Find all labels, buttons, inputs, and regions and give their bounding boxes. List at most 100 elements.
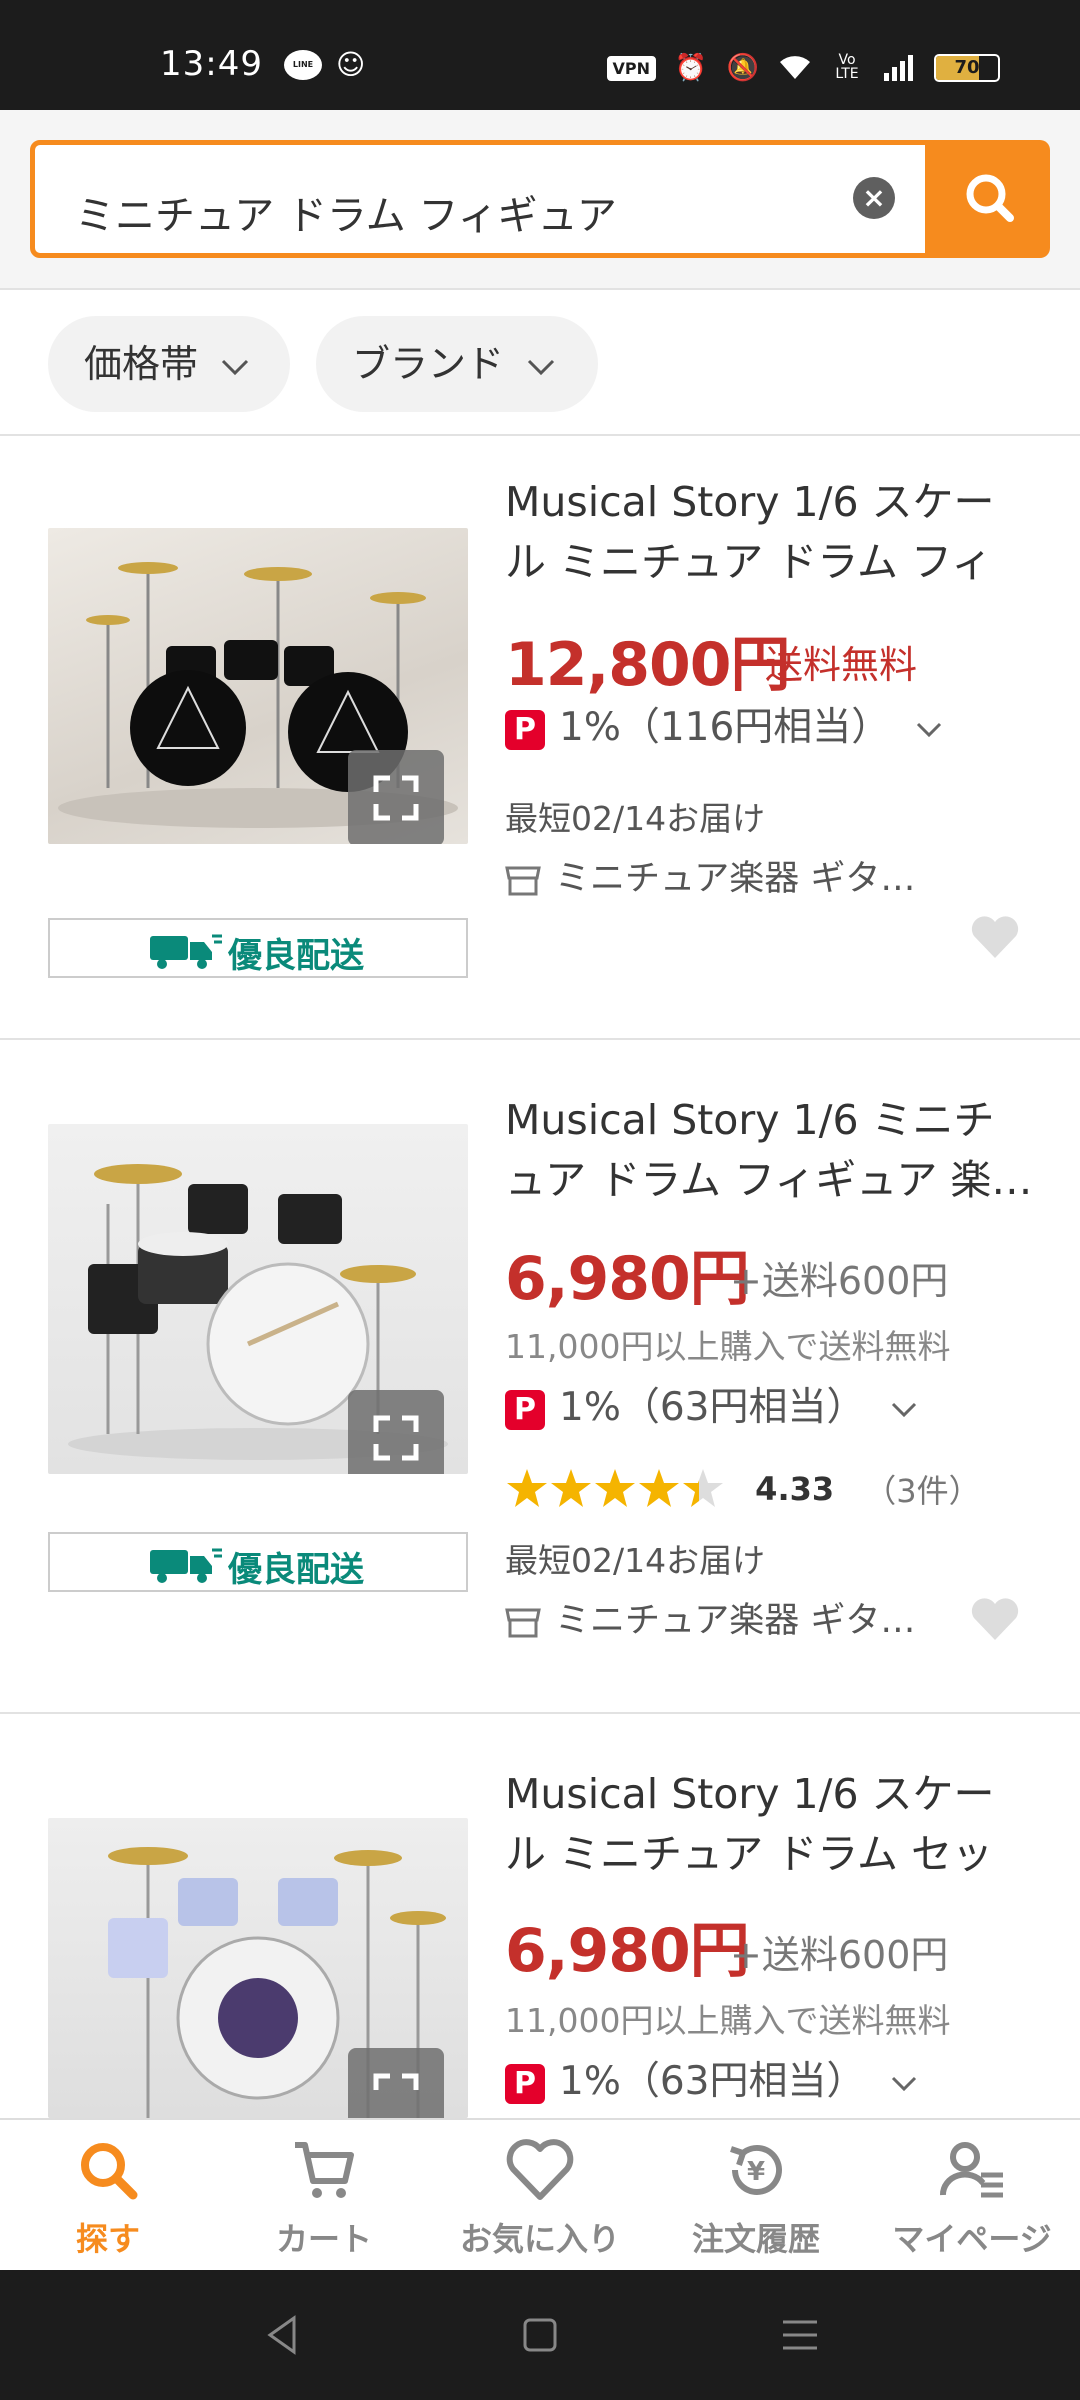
status-icons: VPN ⏰ 🔕 Vo LTE 70 [606,50,1000,86]
back-icon[interactable] [258,2310,308,2360]
status-time: 13:49 [160,44,263,84]
nav-label: 注文履歴 [691,2220,820,2258]
menu-icon[interactable] [775,2310,825,2360]
chevron-down-icon [916,722,941,737]
heart-icon [506,2139,574,2200]
nav-favorites[interactable]: お気に入り [432,2130,648,2270]
store-icon [505,1608,541,1638]
chevron-down-icon [222,359,249,376]
expand-image-button[interactable] [348,750,444,844]
review-count[interactable]: （3件） [864,1466,980,1512]
line-icon: LINE [284,50,322,80]
search-query[interactable]: ミニチュア ドラム フィギュア [75,183,617,241]
nav-my-page[interactable]: マイページ [864,2130,1080,2270]
chevron-down-icon [891,1402,916,1417]
product-title[interactable]: Musical Story 1/6 ミニチュア ドラム フィギュア 楽… [505,1090,1035,1210]
points-info[interactable]: P 1%（63円相当） [505,2050,918,2104]
shipping-label: +送料600円 [730,1933,949,1977]
badge-label: 優良配送 [228,1550,364,1590]
filter-bar: 価格帯 ブランド [0,292,1080,436]
favorite-button[interactable] [970,1596,1020,1642]
points-info[interactable]: P 1%（116円相当） [505,696,943,750]
excellent-delivery-badge: 優良配送 [48,1532,468,1592]
expand-icon [373,2073,419,2090]
bottom-navigation: 探す カート お気に入り ¥ 注文履歴 マイページ [0,2118,1080,2270]
clear-icon[interactable]: × [853,177,895,219]
points-label: 1%（116円相当） [559,705,891,750]
expand-icon [373,1415,419,1461]
filter-label: ブランド [352,342,505,386]
svg-text:¥: ¥ [747,2157,765,2187]
product-price: 12,800円 [505,630,791,700]
mute-icon: 🔕 [726,53,760,83]
product-title[interactable]: Musical Story 1/6 スケール ミニチュア ドラム フィギ… [505,472,1035,592]
badge-label: 優良配送 [228,936,364,976]
store-icon [505,866,541,896]
delivery-date: 最短02/14お届け [505,799,766,838]
chevron-down-icon [528,359,555,376]
favorite-button[interactable] [970,914,1020,960]
product-image[interactable] [48,1124,468,1474]
free-shipping-note: 11,000円以上購入で送料無料 [505,1327,951,1366]
signal-icon [882,53,916,83]
star-rating-icon [507,1469,723,1507]
user-icon [939,2142,1003,2198]
rating-value: 4.33 [755,1470,835,1508]
vpn-icon: VPN [606,55,656,81]
volte-icon: Vo LTE [835,52,859,82]
truck-icon [150,1548,222,1583]
points-label: 1%（63円相当） [559,2059,866,2104]
product-price: 6,980円 [505,1244,750,1314]
search-icon [966,174,1014,222]
excellent-delivery-badge: 優良配送 [48,918,468,978]
points-info[interactable]: P 1%（63円相当） [505,1376,918,1430]
search-button[interactable] [930,140,1050,258]
expand-image-button[interactable] [348,2048,444,2118]
store-label: ミニチュア楽器 ギタ… [555,859,916,899]
product-card[interactable]: Musical Story 1/6 スケール ミニチュア ドラム セット… 6,… [0,1714,1080,2118]
nav-search[interactable]: 探す [0,2130,216,2270]
nav-order-history[interactable]: ¥ 注文履歴 [648,2130,864,2270]
product-card[interactable]: 優良配送 Musical Story 1/6 ミニチュア ドラム フィギュア 楽… [0,1040,1080,1714]
nav-cart[interactable]: カート [216,2130,432,2270]
product-card[interactable]: 優良配送 Musical Story 1/6 スケール ミニチュア ドラム フィ… [0,438,1080,1040]
store-label: ミニチュア楽器 ギタ… [555,1601,916,1641]
rating-row: 4.33 （3件） [505,1466,981,1516]
nav-label: 探す [75,2220,140,2258]
search-input[interactable]: ミニチュア ドラム フィギュア × [30,140,930,258]
expand-image-button[interactable] [348,1390,444,1474]
heart-icon [971,1598,1019,1640]
chevron-down-icon [891,2076,916,2091]
store-name[interactable]: ミニチュア楽器 ギタ… [505,850,915,901]
paypay-icon: P [505,2063,545,2104]
filter-price-range[interactable]: 価格帯 [48,316,290,412]
delivery-date: 最短02/14お届け [505,1541,766,1580]
battery-level: 70 [954,57,980,78]
nav-label: お気に入り [459,2220,620,2258]
points-label: 1%（63円相当） [559,1385,866,1430]
shipping-label: +送料600円 [730,1259,949,1303]
smile-icon: ☺ [336,48,366,81]
status-bar: 13:49 LINE ☺ VPN ⏰ 🔕 Vo LTE 70 [0,0,1080,110]
paypay-icon: P [505,1389,545,1430]
nav-label: カート [275,2220,372,2258]
product-image[interactable] [48,528,468,844]
filter-label: 価格帯 [84,342,199,386]
product-image[interactable] [48,1818,468,2118]
store-name[interactable]: ミニチュア楽器 ギタ… [505,1592,915,1643]
expand-icon [373,775,419,821]
alarm-icon: ⏰ [674,53,708,83]
battery-icon: 70 [934,54,1000,82]
nav-label: マイページ [892,2220,1052,2258]
cart-icon [295,2142,354,2198]
truck-icon [150,934,222,969]
product-title[interactable]: Musical Story 1/6 スケール ミニチュア ドラム セット… [505,1764,1035,1884]
filter-brand[interactable]: ブランド [316,316,598,412]
system-navigation-bar [0,2270,1080,2400]
home-icon[interactable] [515,2310,565,2360]
wifi-icon [778,53,812,83]
search-bar: ミニチュア ドラム フィギュア × [0,110,1080,290]
paypay-icon: P [505,709,545,750]
free-shipping-note: 11,000円以上購入で送料無料 [505,2001,951,2040]
heart-icon [971,916,1019,958]
